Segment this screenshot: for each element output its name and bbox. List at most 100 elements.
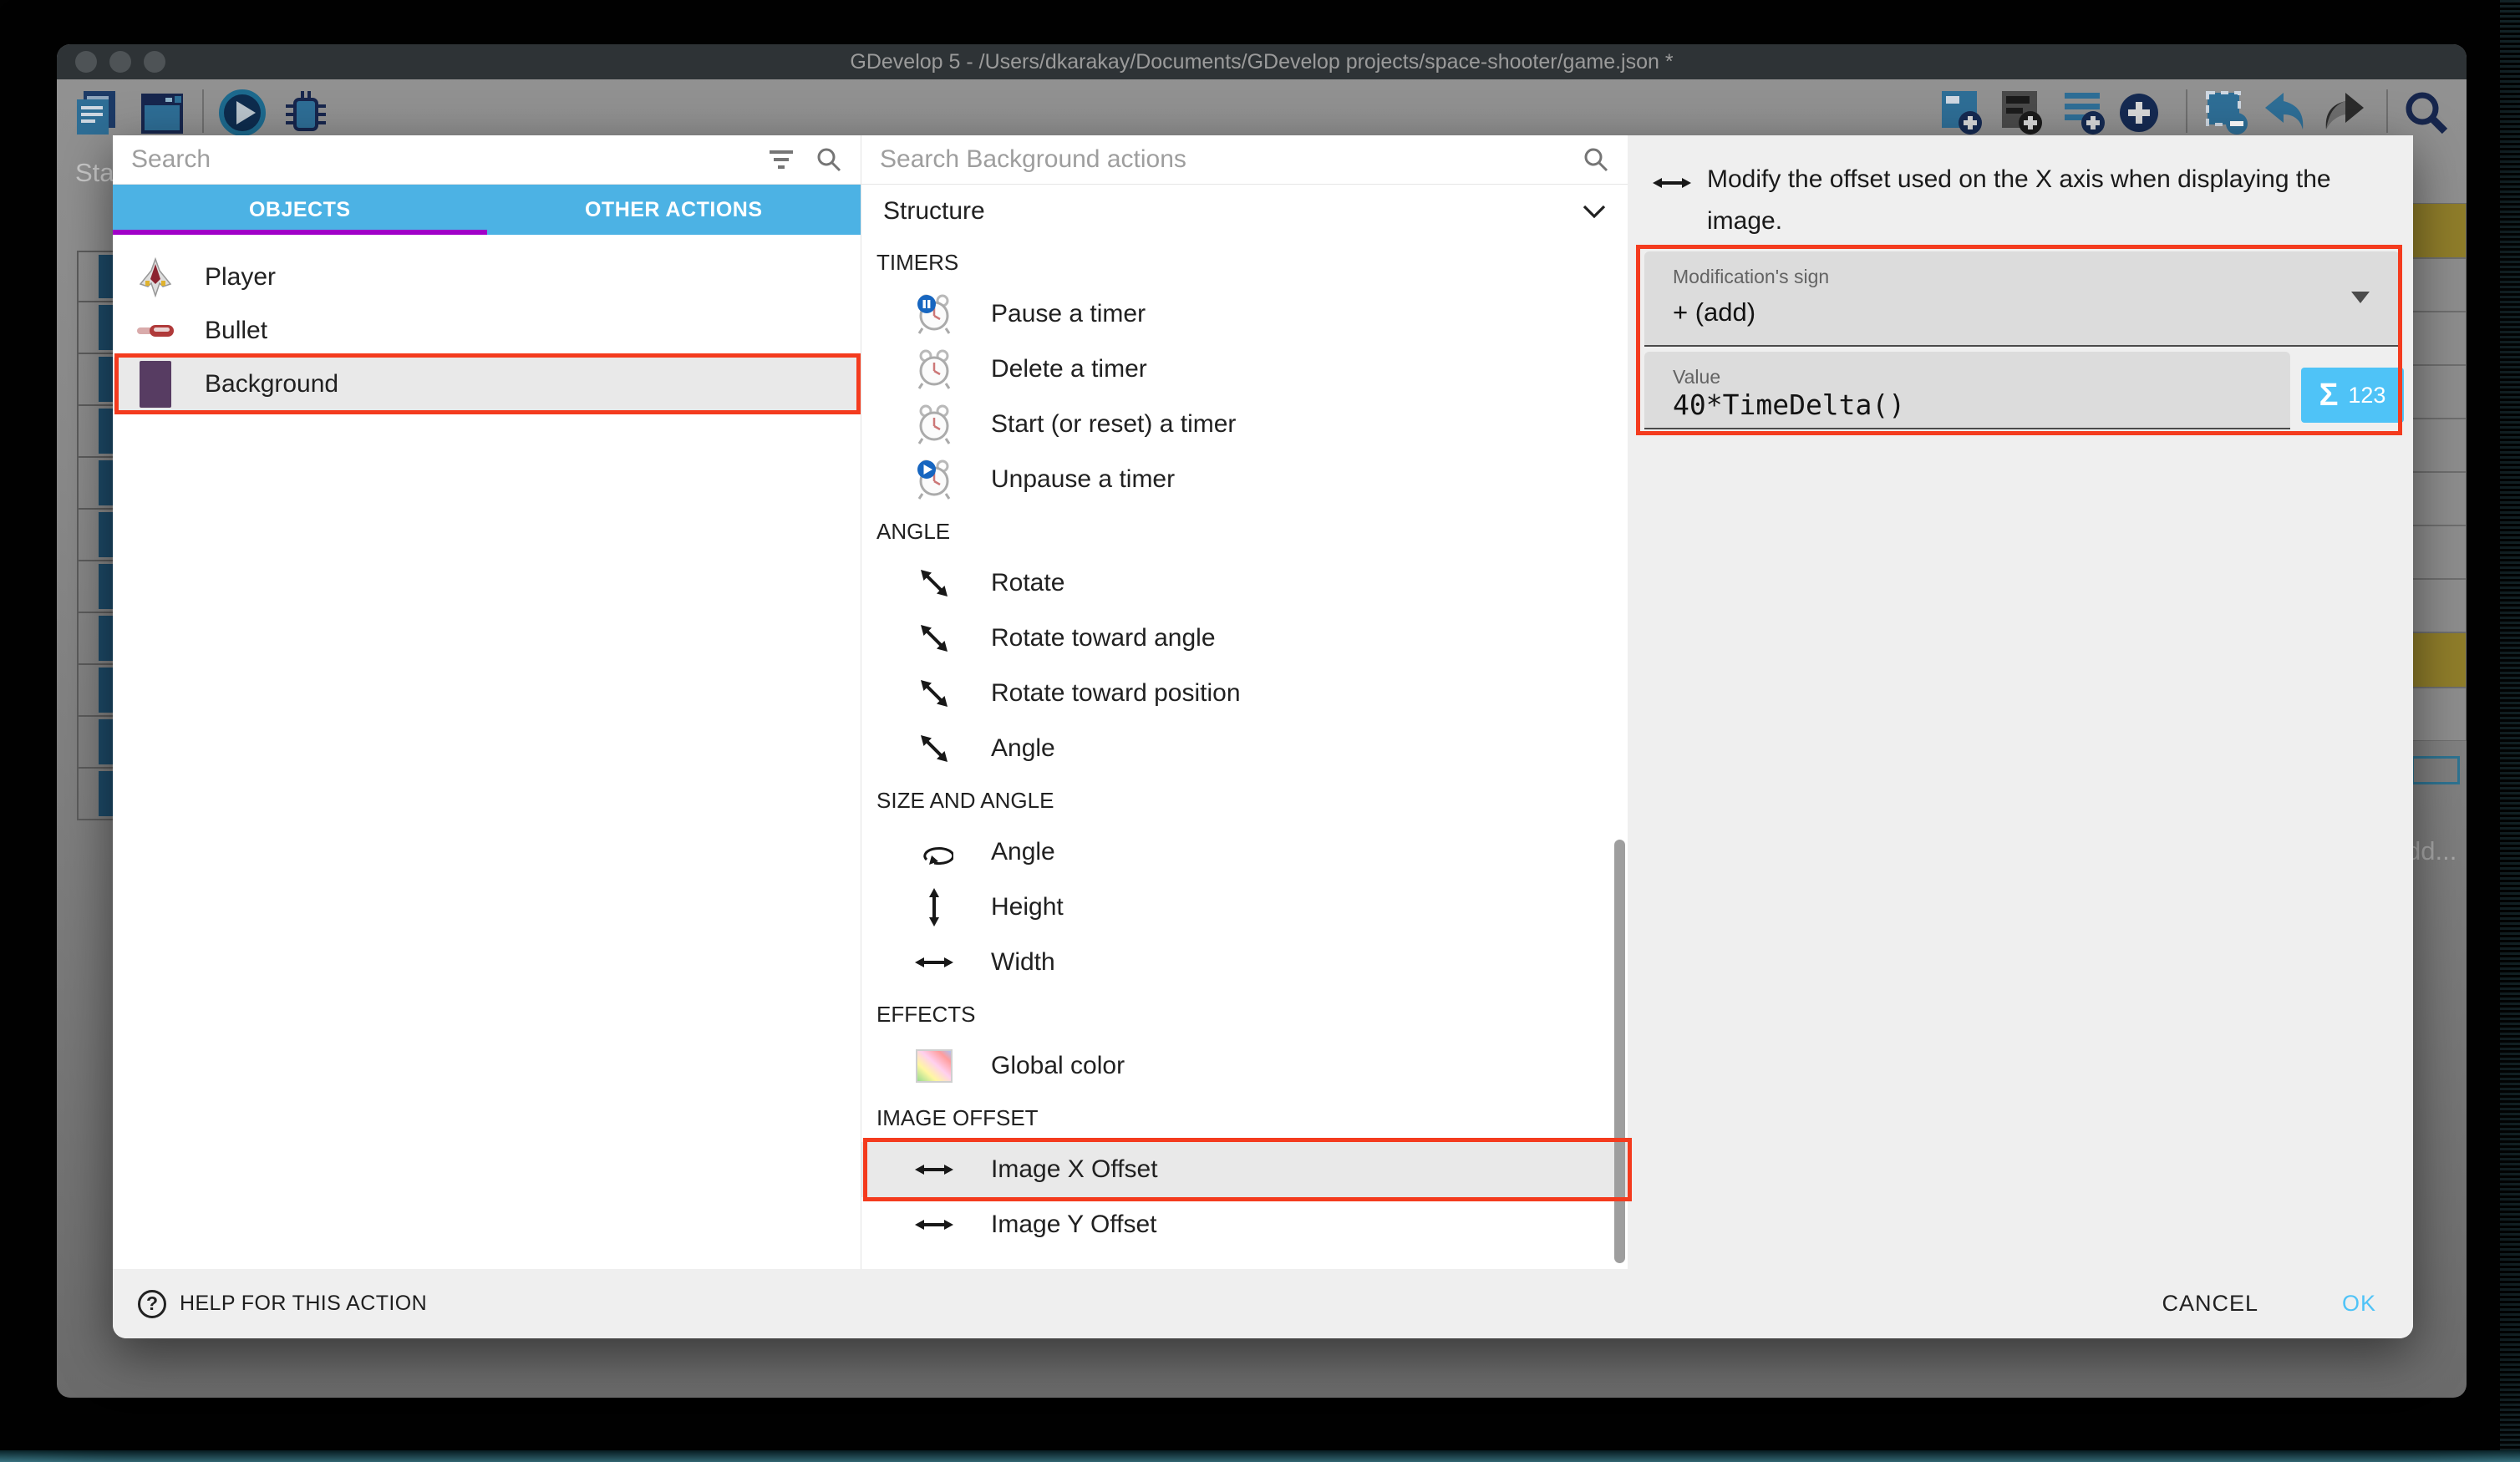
object-row[interactable]: Background	[113, 358, 861, 411]
field-label: Modification's sign	[1673, 266, 1829, 288]
scrollbar-thumb[interactable]	[1614, 840, 1625, 1263]
horizontal-arrow-icon	[1653, 175, 1691, 195]
action-row[interactable]: Rotate	[861, 556, 1628, 611]
selected-field-fragment	[2411, 756, 2460, 784]
object-search-input[interactable]	[131, 145, 747, 174]
help-link[interactable]: ? HELP FOR THIS ACTION	[138, 1290, 427, 1318]
diagonal-arrow-icon	[910, 668, 958, 718]
add-subevent-icon[interactable]	[2060, 88, 2110, 138]
action-name: Unpause a timer	[991, 465, 1175, 494]
close-window-icon[interactable]	[75, 51, 97, 73]
action-name: Image Y Offset	[991, 1211, 1156, 1239]
titlebar: GDevelop 5 - /Users/dkarakay/Documents/G…	[57, 44, 2467, 79]
chevron-down-icon	[1583, 205, 1606, 219]
action-row[interactable]: Delete a timer	[861, 342, 1628, 397]
help-icon: ?	[138, 1290, 166, 1318]
action-selector-panel: Structure TIMERS Pause a timer Delete a …	[861, 135, 1628, 1269]
numbers-icon: 123	[2348, 383, 2385, 409]
action-editor-dialog: OBJECTS OTHER ACTIONS Player Bullet Backg…	[113, 135, 2413, 1338]
object-tabs: OBJECTS OTHER ACTIONS	[113, 185, 861, 235]
action-name: Image X Offset	[991, 1155, 1158, 1184]
maximize-window-icon[interactable]	[144, 51, 165, 73]
diagonal-arrow-icon	[910, 723, 958, 774]
object-name: Bullet	[205, 317, 267, 345]
action-name: Rotate toward position	[991, 679, 1241, 708]
action-row[interactable]: Unpause a timer	[861, 452, 1628, 507]
toolbar-separator	[2386, 89, 2388, 133]
diagonal-arrow-icon	[910, 558, 958, 608]
action-section-header: SIZE AND ANGLE	[861, 776, 1628, 825]
scene-editor-icon[interactable]	[137, 88, 187, 138]
action-list: TIMERS Pause a timer Delete a timer Star…	[861, 238, 1628, 1269]
action-name: Start (or reset) a timer	[991, 410, 1236, 439]
toolbar-separator	[202, 89, 204, 133]
action-row[interactable]: Width	[861, 935, 1628, 990]
search-icon[interactable]	[2401, 88, 2451, 138]
objects-list: Player Bullet Background	[113, 235, 861, 411]
action-name: Delete a timer	[991, 355, 1147, 383]
cancel-button[interactable]: CANCEL	[2162, 1291, 2258, 1317]
scene-tab-fragment: Sta	[75, 158, 114, 188]
add-circle-icon[interactable]	[2114, 88, 2164, 138]
field-label: Value	[1673, 366, 1720, 388]
alarm-play-icon	[910, 454, 958, 505]
action-description: Modify the offset used on the X axis whe…	[1707, 159, 2350, 242]
delete-selection-icon[interactable]	[2201, 88, 2251, 138]
desktop-wallpaper-edge	[2500, 0, 2520, 1462]
action-row[interactable]: Rotate toward position	[861, 666, 1628, 721]
parameters-panel: Modify the offset used on the X axis whe…	[1628, 135, 2413, 1269]
project-manager-icon[interactable]	[70, 88, 120, 138]
search-icon[interactable]	[1583, 146, 1609, 173]
add-comment-icon[interactable]	[1997, 88, 2047, 138]
minimize-window-icon[interactable]	[109, 51, 131, 73]
help-label: HELP FOR THIS ACTION	[180, 1292, 427, 1316]
filter-icon[interactable]	[769, 149, 794, 170]
horizontal-arrow-icon	[910, 1200, 958, 1250]
action-row[interactable]: Start (or reset) a timer	[861, 397, 1628, 452]
action-row[interactable]: Global color	[861, 1038, 1628, 1094]
action-section-header: IMAGE OFFSET	[861, 1094, 1628, 1142]
action-name: Angle	[991, 838, 1055, 866]
object-search-row	[113, 135, 861, 185]
field-value: + (add)	[1673, 297, 1755, 327]
action-row[interactable]: Image Y Offset	[861, 1197, 1628, 1252]
tab-other-actions[interactable]: OTHER ACTIONS	[487, 185, 861, 235]
action-row[interactable]: Image X Offset	[861, 1142, 1628, 1197]
events-sheet-right-fragment	[2411, 203, 2467, 784]
value-expression-field[interactable]: Value 40*TimeDelta()	[1644, 352, 2290, 429]
background-swatch-icon	[131, 359, 180, 409]
expression-editor-button[interactable]: Σ 123	[2301, 368, 2404, 423]
object-row[interactable]: Bullet	[113, 304, 861, 358]
group-selector[interactable]: Structure	[861, 185, 1628, 238]
action-search-input[interactable]	[880, 145, 1561, 174]
action-row[interactable]: Height	[861, 880, 1628, 935]
add-event-icon[interactable]	[1937, 88, 1987, 138]
action-section-header: EFFECTS	[861, 990, 1628, 1038]
desktop-wallpaper-glow	[0, 1450, 2520, 1462]
object-row[interactable]: Player	[113, 251, 861, 304]
alarm-icon	[910, 399, 958, 449]
tab-objects[interactable]: OBJECTS	[113, 185, 487, 235]
search-icon[interactable]	[815, 146, 842, 173]
group-selector-value: Structure	[883, 197, 985, 226]
sigma-icon: Σ	[2319, 378, 2339, 414]
play-button[interactable]	[217, 88, 267, 138]
alarm-icon	[910, 344, 958, 394]
undo-icon[interactable]	[2260, 88, 2310, 138]
action-name: Angle	[991, 734, 1055, 763]
ok-button[interactable]: OK	[2342, 1291, 2376, 1317]
traffic-lights[interactable]	[75, 51, 165, 73]
toolbar-separator	[2186, 89, 2187, 133]
action-row[interactable]: Rotate toward angle	[861, 611, 1628, 666]
debug-icon[interactable]	[281, 88, 331, 138]
window-title: GDevelop 5 - /Users/dkarakay/Documents/G…	[57, 44, 2467, 79]
dropdown-arrow-icon	[2351, 292, 2370, 303]
action-row[interactable]: Pause a timer	[861, 287, 1628, 342]
action-row[interactable]: Angle	[861, 721, 1628, 776]
player-ship-icon	[131, 252, 180, 302]
action-search-row	[861, 135, 1628, 185]
action-row[interactable]: Angle	[861, 825, 1628, 880]
modification-sign-select[interactable]: Modification's sign + (add)	[1644, 251, 2400, 347]
redo-icon[interactable]	[2319, 88, 2369, 138]
action-name: Height	[991, 893, 1064, 921]
